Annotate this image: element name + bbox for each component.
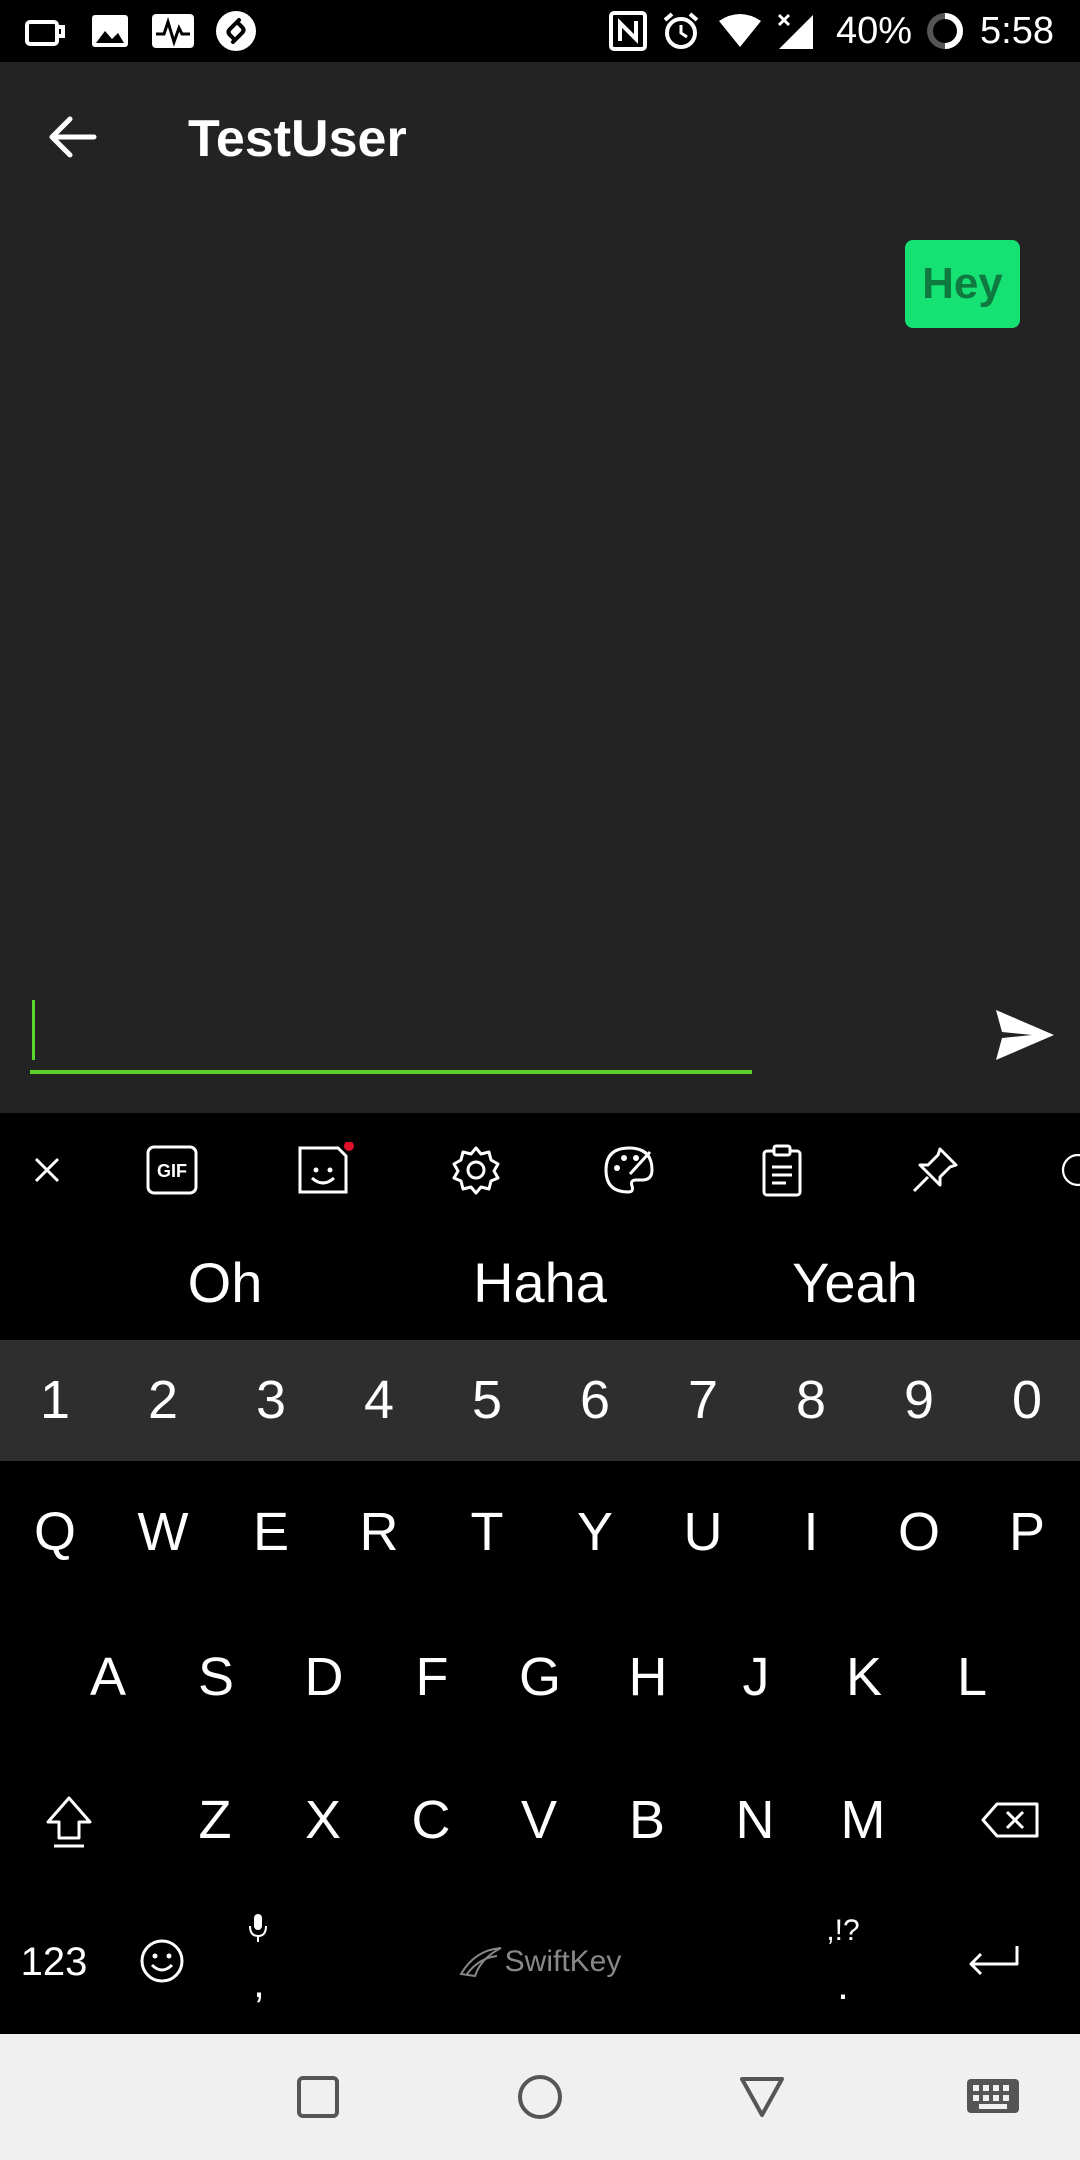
key-7[interactable]: 7 bbox=[663, 1365, 743, 1435]
cup-icon bbox=[24, 10, 68, 52]
keyboard-switch-icon[interactable] bbox=[958, 2065, 1028, 2129]
key-8[interactable]: 8 bbox=[771, 1365, 851, 1435]
key-6[interactable]: 6 bbox=[555, 1365, 635, 1435]
battery-saver-icon bbox=[924, 10, 966, 52]
nfc-icon bbox=[608, 10, 648, 52]
key-5[interactable]: 5 bbox=[447, 1365, 527, 1435]
space-bar[interactable]: SwiftKey bbox=[455, 1940, 625, 1984]
text-cursor bbox=[32, 1000, 35, 1060]
key-l[interactable]: L bbox=[932, 1642, 1012, 1712]
activity-icon bbox=[150, 10, 196, 52]
more-icon[interactable] bbox=[1060, 1140, 1080, 1200]
settings-icon[interactable] bbox=[446, 1140, 506, 1200]
key-3[interactable]: 3 bbox=[231, 1365, 311, 1435]
status-bar: 40% 5:58 bbox=[0, 0, 1080, 62]
key-d[interactable]: D bbox=[284, 1642, 364, 1712]
message-text: Hey bbox=[922, 259, 1003, 308]
key-k[interactable]: K bbox=[824, 1642, 904, 1712]
key-h[interactable]: H bbox=[608, 1642, 688, 1712]
home-icon[interactable] bbox=[505, 2065, 575, 2129]
key-9[interactable]: 9 bbox=[879, 1365, 959, 1435]
close-icon[interactable] bbox=[17, 1140, 77, 1200]
key-f[interactable]: F bbox=[392, 1642, 472, 1712]
suggestion-3[interactable]: Yeah bbox=[705, 1248, 1005, 1318]
period-key[interactable]: . bbox=[803, 1950, 883, 2020]
message-input[interactable] bbox=[30, 990, 752, 1074]
swiftkey-label: SwiftKey bbox=[504, 1945, 622, 1978]
sticker-icon[interactable] bbox=[294, 1140, 354, 1200]
conversation-title: TestUser bbox=[188, 110, 407, 168]
enter-key[interactable] bbox=[960, 1942, 1026, 1982]
key-g[interactable]: G bbox=[500, 1642, 580, 1712]
wifi-icon bbox=[716, 10, 764, 52]
svg-text:GIF: GIF bbox=[157, 1161, 187, 1181]
signal-icon bbox=[774, 10, 816, 52]
key-i[interactable]: I bbox=[771, 1497, 851, 1567]
suggestion-2[interactable]: Haha bbox=[390, 1248, 690, 1318]
gif-icon[interactable]: GIF bbox=[142, 1140, 202, 1200]
key-z[interactable]: Z bbox=[175, 1785, 255, 1855]
microphone-icon[interactable] bbox=[240, 1910, 276, 1946]
emoji-icon[interactable] bbox=[137, 1935, 187, 1987]
key-m[interactable]: M bbox=[823, 1785, 903, 1855]
key-0[interactable]: 0 bbox=[987, 1365, 1067, 1435]
key-p[interactable]: P bbox=[987, 1497, 1067, 1567]
numbers-key[interactable]: 123 bbox=[14, 1927, 94, 1997]
shift-key[interactable] bbox=[34, 1785, 104, 1859]
back-triangle-icon[interactable] bbox=[727, 2065, 797, 2129]
outgoing-message-bubble[interactable]: Hey bbox=[905, 240, 1020, 328]
key-u[interactable]: U bbox=[663, 1497, 743, 1567]
recents-icon[interactable] bbox=[283, 2065, 353, 2129]
key-c[interactable]: C bbox=[391, 1785, 471, 1855]
key-x[interactable]: X bbox=[283, 1785, 363, 1855]
key-a[interactable]: A bbox=[68, 1642, 148, 1712]
comma-key[interactable]: , bbox=[219, 1948, 299, 2018]
alarm-icon bbox=[660, 10, 702, 52]
key-w[interactable]: W bbox=[123, 1497, 203, 1567]
key-o[interactable]: O bbox=[879, 1497, 959, 1567]
key-r[interactable]: R bbox=[339, 1497, 419, 1567]
key-y[interactable]: Y bbox=[555, 1497, 635, 1567]
key-1[interactable]: 1 bbox=[15, 1365, 95, 1435]
battery-percent: 40% bbox=[836, 10, 913, 52]
pin-icon[interactable] bbox=[905, 1140, 965, 1200]
backspace-key[interactable] bbox=[975, 1790, 1047, 1850]
key-t[interactable]: T bbox=[447, 1497, 527, 1567]
clipboard-icon[interactable] bbox=[752, 1140, 812, 1200]
key-s[interactable]: S bbox=[176, 1642, 256, 1712]
back-arrow-icon[interactable] bbox=[38, 102, 108, 172]
key-n[interactable]: N bbox=[715, 1785, 795, 1855]
key-2[interactable]: 2 bbox=[123, 1365, 203, 1435]
key-q[interactable]: Q bbox=[15, 1497, 95, 1567]
app-bar: TestUser bbox=[0, 62, 1080, 212]
gallery-icon bbox=[90, 10, 130, 52]
key-e[interactable]: E bbox=[231, 1497, 311, 1567]
suggestion-1[interactable]: Oh bbox=[75, 1248, 375, 1318]
key-j[interactable]: J bbox=[716, 1642, 796, 1712]
shazam-icon bbox=[214, 10, 258, 52]
send-icon[interactable] bbox=[990, 1005, 1060, 1065]
theme-icon[interactable] bbox=[599, 1140, 659, 1200]
key-v[interactable]: V bbox=[499, 1785, 579, 1855]
key-b[interactable]: B bbox=[607, 1785, 687, 1855]
clock: 5:58 bbox=[980, 10, 1054, 52]
key-4[interactable]: 4 bbox=[339, 1365, 419, 1435]
